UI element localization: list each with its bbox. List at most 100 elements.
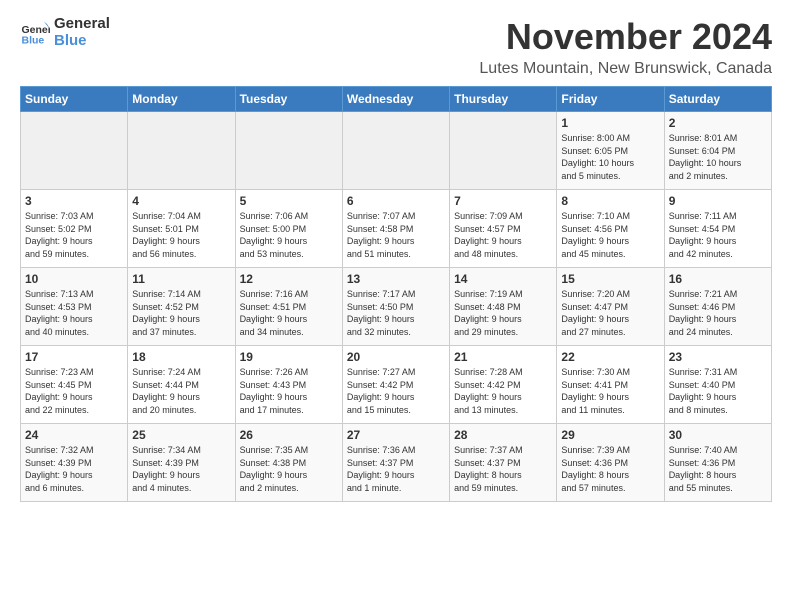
calendar-cell: 25 Sunrise: 7:34 AMSunset: 4:39 PMDayligh…: [128, 424, 235, 502]
col-monday: Monday: [128, 87, 235, 112]
day-number: 28: [454, 428, 552, 442]
calendar-cell: [342, 112, 449, 190]
day-info: Sunrise: 7:17 AMSunset: 4:50 PMDaylight:…: [347, 289, 416, 337]
week-row-0: 1 Sunrise: 8:00 AMSunset: 6:05 PMDaylight…: [21, 112, 772, 190]
calendar-cell: 18Sunrise: 7:24 AMSunset: 4:44 PMDayligh…: [128, 346, 235, 424]
day-info: Sunrise: 7:03 AMSunset: 5:02 PMDaylight:…: [25, 211, 94, 259]
day-info: Sunrise: 8:01 AMSunset: 6:04 PMDaylight:…: [669, 133, 742, 181]
day-number: 10: [25, 272, 123, 286]
week-row-4: 24 Sunrise: 7:32 AMSunset: 4:39 PMDayligh…: [21, 424, 772, 502]
day-number: 30: [669, 428, 767, 442]
calendar-cell: [128, 112, 235, 190]
svg-text:Blue: Blue: [22, 34, 45, 46]
day-info: Sunrise: 7:11 AMSunset: 4:54 PMDaylight:…: [669, 211, 737, 259]
day-number: 6: [347, 194, 445, 208]
main-title: November 2024: [479, 16, 772, 58]
calendar-cell: 26 Sunrise: 7:35 AMSunset: 4:38 PMDayligh…: [235, 424, 342, 502]
calendar-cell: 7 Sunrise: 7:09 AMSunset: 4:57 PMDaylight…: [450, 190, 557, 268]
calendar-cell: 22Sunrise: 7:30 AMSunset: 4:41 PMDayligh…: [557, 346, 664, 424]
col-sunday: Sunday: [21, 87, 128, 112]
day-number: 16: [669, 272, 767, 286]
day-info: Sunrise: 7:35 AMSunset: 4:38 PMDaylight:…: [240, 445, 309, 493]
day-number: 20: [347, 350, 445, 364]
calendar-cell: [235, 112, 342, 190]
calendar-cell: 19Sunrise: 7:26 AMSunset: 4:43 PMDayligh…: [235, 346, 342, 424]
calendar-cell: 2 Sunrise: 8:01 AMSunset: 6:04 PMDaylight…: [664, 112, 771, 190]
header-row: Sunday Monday Tuesday Wednesday Thursday…: [21, 87, 772, 112]
calendar-cell: 27 Sunrise: 7:36 AMSunset: 4:37 PMDayligh…: [342, 424, 449, 502]
day-number: 12: [240, 272, 338, 286]
week-row-1: 3Sunrise: 7:03 AMSunset: 5:02 PMDaylight…: [21, 190, 772, 268]
day-info: Sunrise: 7:32 AMSunset: 4:39 PMDaylight:…: [25, 445, 94, 493]
day-number: 25: [132, 428, 230, 442]
day-info: Sunrise: 7:06 AMSunset: 5:00 PMDaylight:…: [240, 211, 309, 259]
col-thursday: Thursday: [450, 87, 557, 112]
day-number: 29: [561, 428, 659, 442]
title-block: November 2024 Lutes Mountain, New Brunsw…: [479, 16, 772, 78]
calendar-cell: 10 Sunrise: 7:13 AMSunset: 4:53 PMDayligh…: [21, 268, 128, 346]
calendar-cell: [21, 112, 128, 190]
day-number: 21: [454, 350, 552, 364]
day-number: 19: [240, 350, 338, 364]
calendar-cell: 17 Sunrise: 7:23 AMSunset: 4:45 PMDayligh…: [21, 346, 128, 424]
calendar-cell: 20 Sunrise: 7:27 AMSunset: 4:42 PMDayligh…: [342, 346, 449, 424]
day-number: 7: [454, 194, 552, 208]
calendar-cell: 21 Sunrise: 7:28 AMSunset: 4:42 PMDayligh…: [450, 346, 557, 424]
calendar-table: Sunday Monday Tuesday Wednesday Thursday…: [20, 86, 772, 502]
calendar-cell: 6 Sunrise: 7:07 AMSunset: 4:58 PMDaylight…: [342, 190, 449, 268]
day-info: Sunrise: 7:09 AMSunset: 4:57 PMDaylight:…: [454, 211, 523, 259]
day-info: Sunrise: 7:16 AMSunset: 4:51 PMDaylight:…: [240, 289, 309, 337]
header: General Blue General Blue November 2024 …: [20, 16, 772, 78]
day-number: 4: [132, 194, 230, 208]
day-number: 27: [347, 428, 445, 442]
day-number: 2: [669, 116, 767, 130]
day-number: 13: [347, 272, 445, 286]
calendar-cell: 3Sunrise: 7:03 AMSunset: 5:02 PMDaylight…: [21, 190, 128, 268]
col-friday: Friday: [557, 87, 664, 112]
calendar-cell: 5Sunrise: 7:06 AMSunset: 5:00 PMDaylight…: [235, 190, 342, 268]
day-number: 24: [25, 428, 123, 442]
day-info: Sunrise: 7:04 AMSunset: 5:01 PMDaylight:…: [132, 211, 201, 259]
calendar-cell: 1 Sunrise: 8:00 AMSunset: 6:05 PMDaylight…: [557, 112, 664, 190]
calendar-cell: 8 Sunrise: 7:10 AMSunset: 4:56 PMDaylight…: [557, 190, 664, 268]
day-info: Sunrise: 7:36 AMSunset: 4:37 PMDaylight:…: [347, 445, 416, 493]
day-info: Sunrise: 7:20 AMSunset: 4:47 PMDaylight:…: [561, 289, 630, 337]
logo-line1: General: [54, 16, 110, 33]
day-info: Sunrise: 7:14 AMSunset: 4:52 PMDaylight:…: [132, 289, 201, 337]
day-info: Sunrise: 7:21 AMSunset: 4:46 PMDaylight:…: [669, 289, 738, 337]
day-number: 9: [669, 194, 767, 208]
page: General Blue General Blue November 2024 …: [0, 0, 792, 512]
calendar-cell: 9 Sunrise: 7:11 AMSunset: 4:54 PMDaylight…: [664, 190, 771, 268]
day-number: 17: [25, 350, 123, 364]
logo-icon: General Blue: [20, 18, 50, 48]
calendar-cell: 4 Sunrise: 7:04 AMSunset: 5:01 PMDaylight…: [128, 190, 235, 268]
calendar-cell: 15 Sunrise: 7:20 AMSunset: 4:47 PMDayligh…: [557, 268, 664, 346]
day-info: Sunrise: 7:31 AMSunset: 4:40 PMDaylight:…: [669, 367, 738, 415]
day-number: 8: [561, 194, 659, 208]
calendar-cell: 14Sunrise: 7:19 AMSunset: 4:48 PMDayligh…: [450, 268, 557, 346]
calendar-cell: [450, 112, 557, 190]
day-number: 14: [454, 272, 552, 286]
calendar-cell: 16 Sunrise: 7:21 AMSunset: 4:46 PMDayligh…: [664, 268, 771, 346]
calendar-cell: 24 Sunrise: 7:32 AMSunset: 4:39 PMDayligh…: [21, 424, 128, 502]
day-number: 15: [561, 272, 659, 286]
day-info: Sunrise: 7:37 AMSunset: 4:37 PMDaylight:…: [454, 445, 523, 493]
calendar-cell: 30 Sunrise: 7:40 AMSunset: 4:36 PMDayligh…: [664, 424, 771, 502]
col-wednesday: Wednesday: [342, 87, 449, 112]
calendar-cell: 28 Sunrise: 7:37 AMSunset: 4:37 PMDayligh…: [450, 424, 557, 502]
day-info: Sunrise: 7:24 AMSunset: 4:44 PMDaylight:…: [132, 367, 201, 415]
day-info: Sunrise: 7:10 AMSunset: 4:56 PMDaylight:…: [561, 211, 630, 259]
col-tuesday: Tuesday: [235, 87, 342, 112]
calendar-cell: 23Sunrise: 7:31 AMSunset: 4:40 PMDayligh…: [664, 346, 771, 424]
day-info: Sunrise: 7:34 AMSunset: 4:39 PMDaylight:…: [132, 445, 201, 493]
day-info: Sunrise: 8:00 AMSunset: 6:05 PMDaylight:…: [561, 133, 634, 181]
day-info: Sunrise: 7:40 AMSunset: 4:36 PMDaylight:…: [669, 445, 738, 493]
day-info: Sunrise: 7:07 AMSunset: 4:58 PMDaylight:…: [347, 211, 416, 259]
day-info: Sunrise: 7:13 AMSunset: 4:53 PMDaylight:…: [25, 289, 94, 337]
day-info: Sunrise: 7:23 AMSunset: 4:45 PMDaylight:…: [25, 367, 94, 415]
day-number: 22: [561, 350, 659, 364]
day-number: 26: [240, 428, 338, 442]
day-info: Sunrise: 7:27 AMSunset: 4:42 PMDaylight:…: [347, 367, 416, 415]
day-number: 1: [561, 116, 659, 130]
day-info: Sunrise: 7:28 AMSunset: 4:42 PMDaylight:…: [454, 367, 523, 415]
